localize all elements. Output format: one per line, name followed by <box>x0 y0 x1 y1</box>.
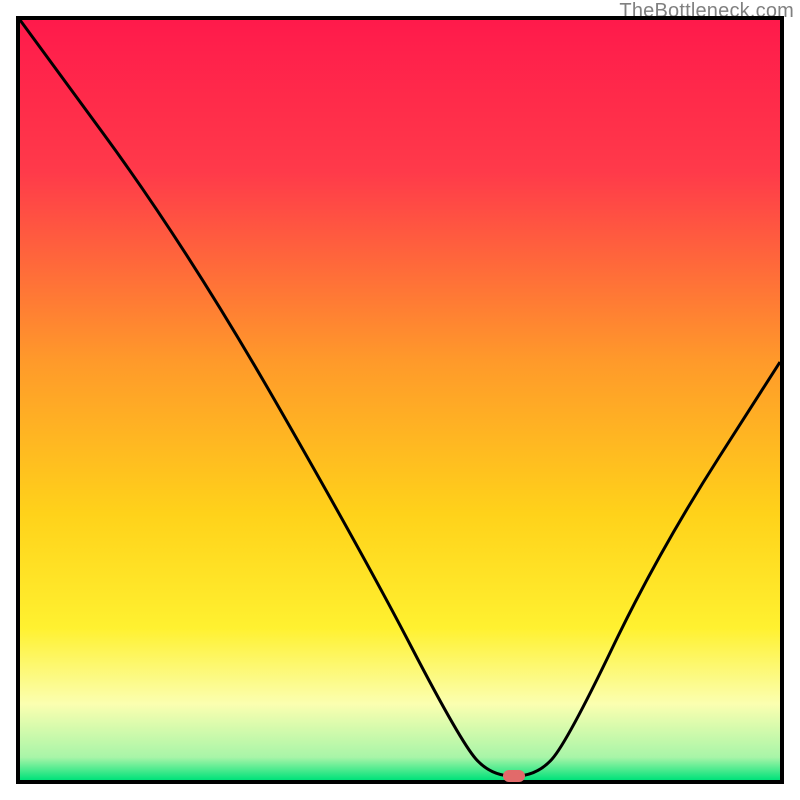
optimal-marker-icon <box>503 770 525 782</box>
plot-area <box>16 16 784 784</box>
chart-frame: TheBottleneck.com <box>0 0 800 800</box>
bottleneck-curve <box>20 20 780 780</box>
curve-path <box>20 20 780 776</box>
